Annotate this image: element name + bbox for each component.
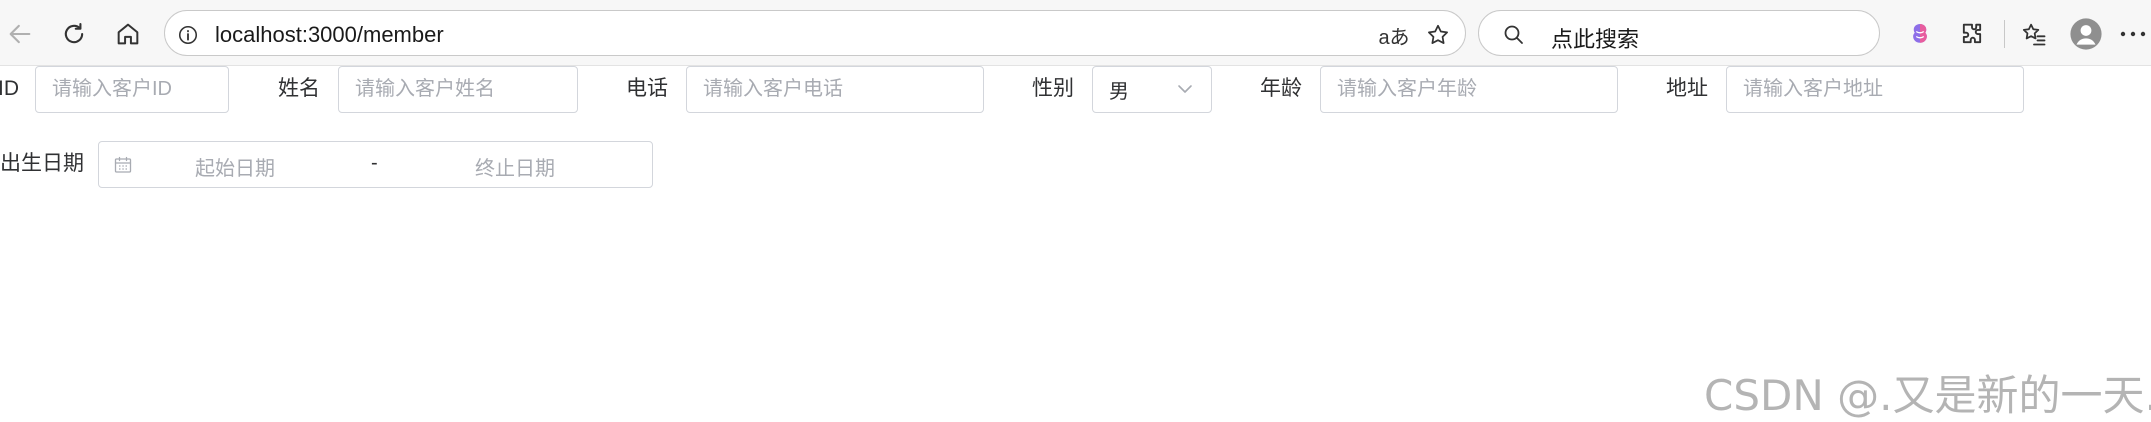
home-button[interactable] bbox=[108, 14, 148, 54]
site-info-icon[interactable] bbox=[175, 22, 201, 48]
csdn-watermark: CSDN @.又是新的一天. bbox=[1704, 371, 2151, 420]
copilot-button[interactable] bbox=[1900, 14, 1940, 54]
name-label: 姓名 bbox=[278, 77, 320, 100]
favorites-button[interactable] bbox=[2014, 14, 2054, 54]
toolbar-divider bbox=[2004, 20, 2005, 48]
read-aloud-icon[interactable]: aあ bbox=[1377, 22, 1411, 49]
phone-label: 电话 bbox=[626, 77, 668, 100]
gender-select-value: 男 bbox=[1109, 81, 1129, 103]
end-date-input[interactable]: 终止日期 bbox=[475, 152, 555, 181]
date-separator: - bbox=[371, 152, 378, 174]
favorites-icon bbox=[2022, 23, 2046, 46]
search-icon bbox=[1501, 22, 1527, 48]
address-label: 地址 bbox=[1666, 77, 1708, 100]
birthdate-label: 出生日期 bbox=[0, 152, 84, 175]
refresh-icon bbox=[64, 23, 84, 44]
copilot-icon bbox=[1913, 24, 1927, 43]
birthdate-range-picker[interactable]: 起始日期 - 终止日期 bbox=[98, 141, 653, 188]
id-label: ID bbox=[0, 77, 19, 100]
gender-select[interactable]: 男 bbox=[1092, 66, 1212, 113]
address-input[interactable] bbox=[1726, 66, 2024, 113]
profile-button[interactable] bbox=[2066, 14, 2106, 54]
gender-label: 性别 bbox=[1032, 77, 1074, 100]
refresh-button[interactable] bbox=[54, 14, 94, 54]
id-input[interactable] bbox=[35, 66, 229, 113]
browser-toolbar: localhost:3000/member aあ 点此搜索 bbox=[0, 0, 2151, 66]
phone-input[interactable] bbox=[686, 66, 984, 113]
search-text[interactable]: 点此搜索 bbox=[1551, 22, 1639, 54]
calendar-icon bbox=[114, 156, 132, 173]
age-input[interactable] bbox=[1320, 66, 1618, 113]
home-icon bbox=[117, 23, 139, 45]
address-bar[interactable]: localhost:3000/member aあ bbox=[164, 10, 1466, 56]
url-text[interactable]: localhost:3000/member bbox=[215, 22, 444, 48]
profile-avatar-icon bbox=[2070, 18, 2102, 50]
favorite-star-icon[interactable] bbox=[1425, 22, 1451, 48]
more-icon bbox=[2120, 31, 2146, 37]
extensions-button[interactable] bbox=[1952, 14, 1992, 54]
start-date-input[interactable]: 起始日期 bbox=[195, 152, 275, 181]
name-input[interactable] bbox=[338, 66, 578, 113]
back-arrow-icon bbox=[9, 24, 31, 44]
age-label: 年龄 bbox=[1260, 77, 1302, 100]
more-button[interactable] bbox=[2116, 14, 2150, 54]
chevron-down-icon bbox=[1178, 85, 1192, 93]
back-button[interactable] bbox=[0, 14, 40, 54]
web-search-bar[interactable]: 点此搜索 bbox=[1478, 10, 1880, 56]
extensions-icon bbox=[1962, 23, 1982, 44]
